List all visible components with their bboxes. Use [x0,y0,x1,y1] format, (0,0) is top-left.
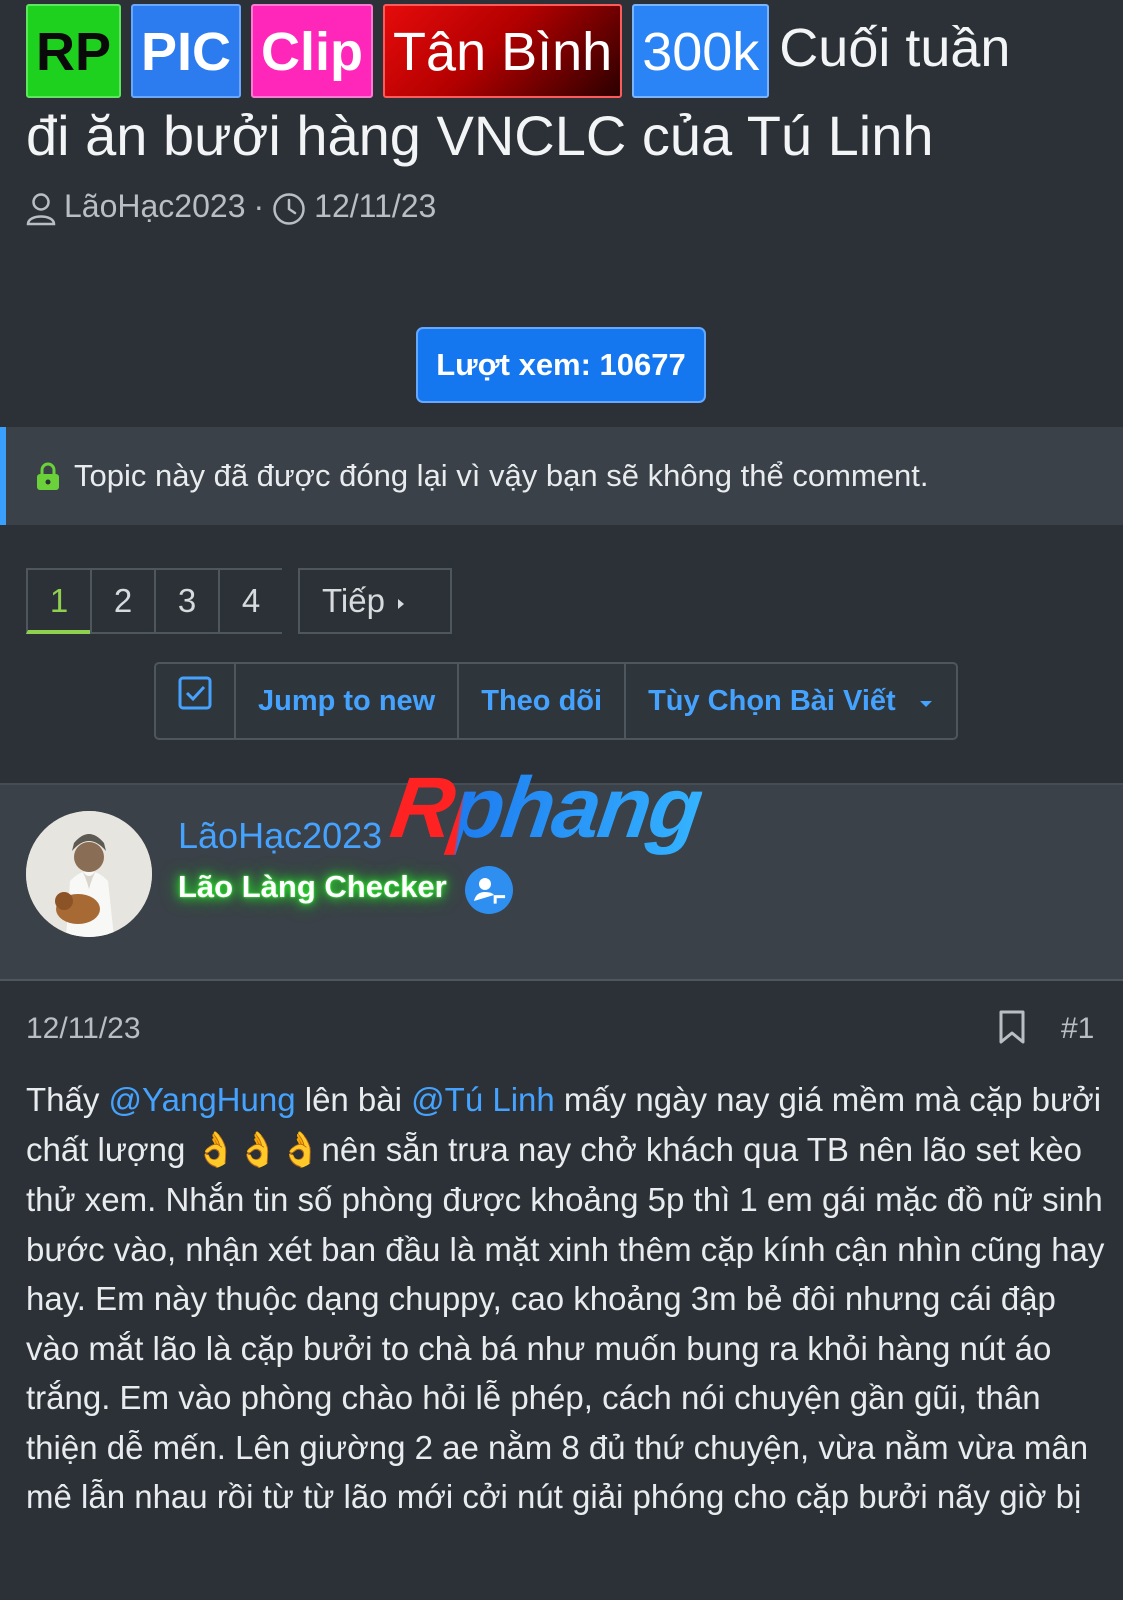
post-body: Thấy @YangHung lên bài @Tú Linh mấy ngày… [26,1075,1106,1522]
chevron-down-icon [918,685,934,717]
thread-options-button[interactable]: Tùy Chọn Bài Viết [626,664,956,738]
post-number[interactable]: #1 [1061,1012,1094,1046]
svg-text:NO: NO [32,821,46,831]
post-text: nên sẵn trưa nay chở khách qua TB nên lã… [26,1130,1105,1516]
mention-link[interactable]: @YangHung [109,1081,296,1118]
verified-badge-icon [464,865,514,920]
clock-icon [272,188,306,226]
views-count-button[interactable]: Lượt xem: 10677 [416,327,706,403]
page-3-link[interactable]: 3 [154,568,218,634]
thread-actions: Jump to new Theo dõi Tùy Chọn Bài Viết [154,662,958,740]
prefix-clip[interactable]: Clip [251,4,374,98]
thread-author[interactable]: LãoHạc2023 [64,188,245,225]
pagination: 1 2 3 4 Tiếp [26,568,452,634]
next-page-button[interactable]: Tiếp [298,568,452,634]
title-text-part2: đi ăn bưởi hàng VNCLC của Tú Linh [26,104,934,167]
prefix-pic[interactable]: PIC [131,4,242,98]
mention-link[interactable]: @Tú Linh [411,1081,555,1118]
user-avatar[interactable]: NO [26,811,152,937]
ok-hand-emoji: 👌👌👌 [194,1130,322,1169]
post-text: lên bài [295,1081,412,1118]
lock-icon [36,461,60,491]
bookmark-icon[interactable] [998,1010,1026,1052]
prefix-tan-binh[interactable]: Tân Bình [383,4,623,98]
prefix-rp[interactable]: RP [26,4,122,98]
post-username[interactable]: LãoHạc2023 [178,815,382,857]
post-text: Thấy [26,1081,109,1118]
locked-notice-text: Topic này đã được đóng lại vì vậy bạn sẽ… [74,458,929,493]
meta-separator: · [253,188,265,225]
checkbox-icon [178,664,212,738]
site-watermark-logo: Rphang [385,760,707,856]
thread-options-label: Tùy Chọn Bài Viết [648,685,896,717]
thread-title: RP PIC Clip Tân Bình 300k Cuối tuần đi ăn bưở… [26,4,1106,226]
caret-right-icon [394,582,408,619]
post-date[interactable]: 12/11/23 [26,1012,141,1046]
title-text-part1: Cuối tuần [779,18,1011,78]
post-user-header: NO LãoHạc2023 Lão Làng Checker Rphang [0,760,1123,981]
user-title: Lão Làng Checker [178,869,447,904]
page-4-link[interactable]: 4 [218,568,282,634]
page-1-link[interactable]: 1 [26,568,90,634]
thread-meta: LãoHạc2023 · 12/11/23 [26,188,1106,226]
watch-thread-button[interactable]: Theo dõi [459,664,627,738]
jump-to-new-button[interactable]: Jump to new [236,664,460,738]
prefix-300k[interactable]: 300k [632,4,770,98]
select-posts-button[interactable] [156,664,236,738]
page-2-link[interactable]: 2 [90,568,154,634]
thread-date[interactable]: 12/11/23 [314,188,436,225]
user-icon [26,188,56,226]
locked-notice: Topic này đã được đóng lại vì vậy bạn sẽ… [0,427,1123,525]
next-page-label: Tiếp [322,582,385,619]
